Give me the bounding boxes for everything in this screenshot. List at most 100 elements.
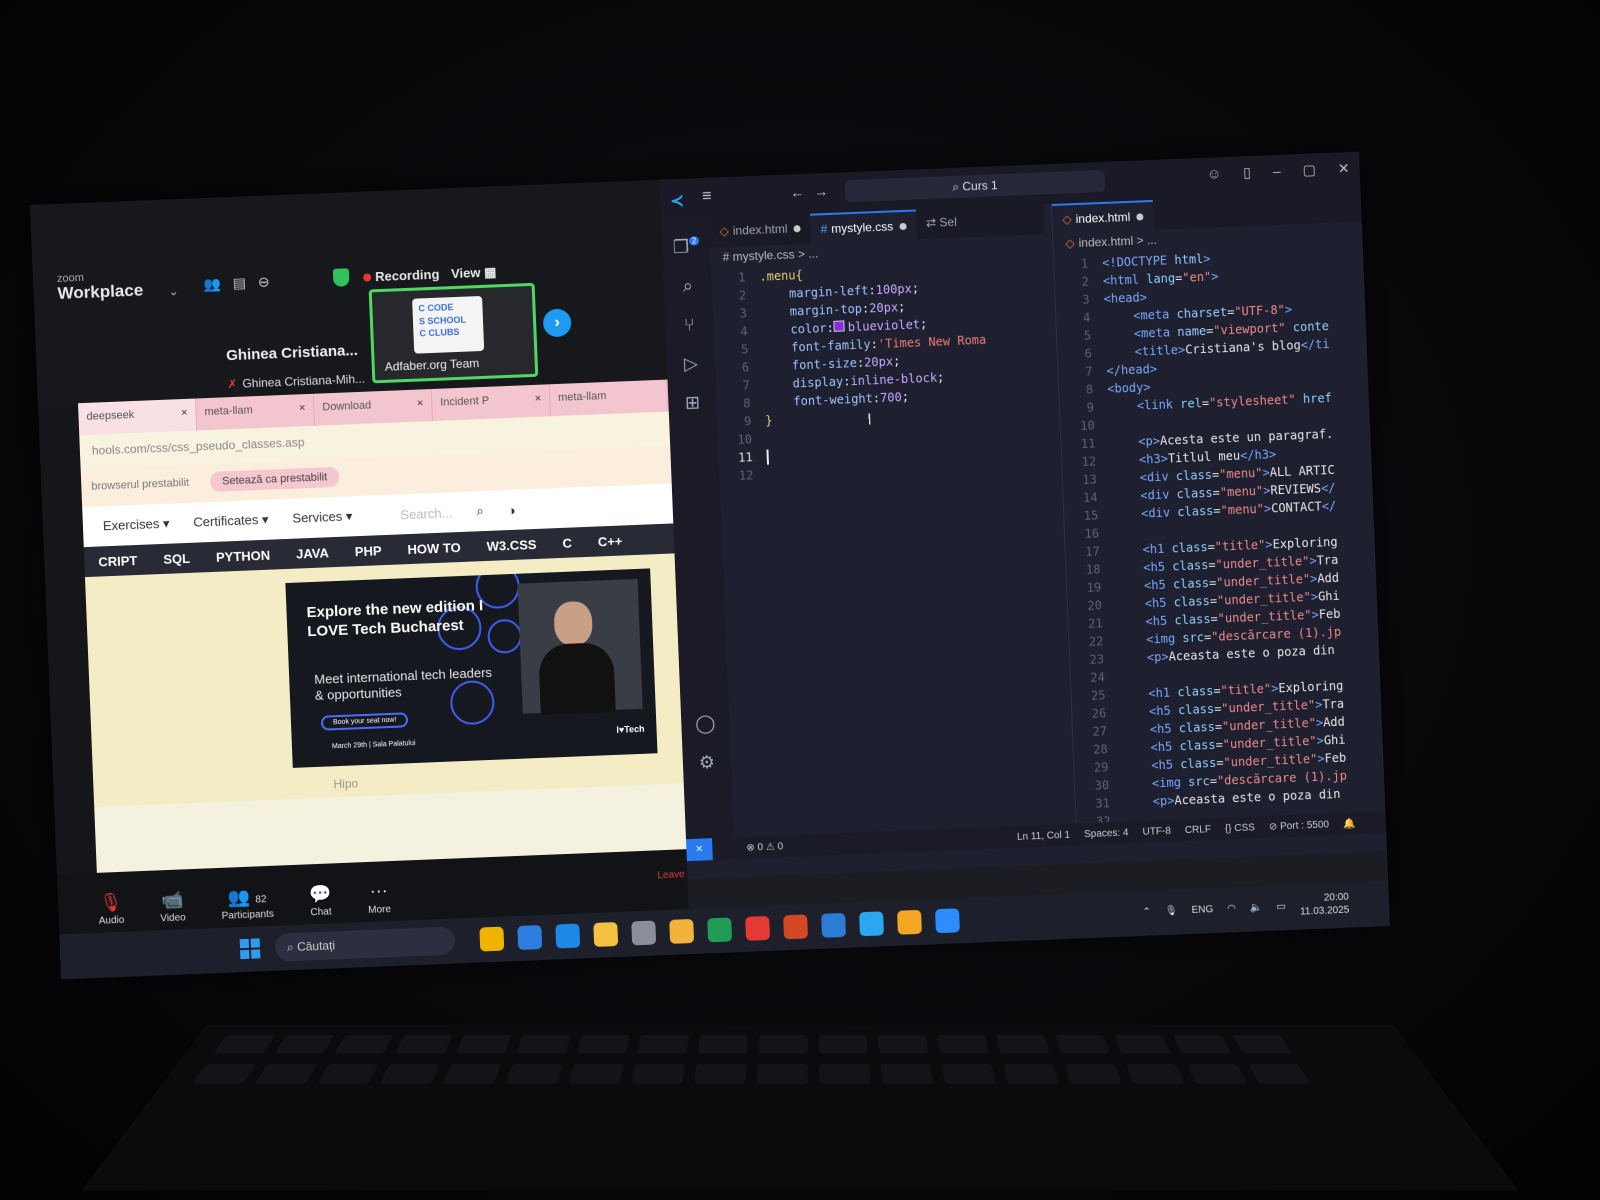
- taskbar-app-icon[interactable]: [859, 911, 884, 937]
- set-default-button[interactable]: Setează ca prestabilit: [209, 466, 340, 492]
- subnav-item[interactable]: C: [562, 535, 572, 550]
- close-icon[interactable]: ×: [417, 397, 424, 409]
- account-icon[interactable]: ◯: [681, 712, 730, 735]
- live-server-port[interactable]: ⊘ Port : 5500: [1269, 819, 1329, 832]
- taskbar-search[interactable]: ⌕ Căutați: [274, 926, 456, 962]
- settings-gear-icon[interactable]: ⚙: [683, 751, 732, 774]
- subnav-item[interactable]: W3.CSS: [486, 536, 536, 553]
- search-icon[interactable]: ⌕: [476, 503, 484, 519]
- source-control-icon[interactable]: ⑂: [665, 314, 714, 337]
- security-shield-icon[interactable]: [332, 268, 350, 287]
- taskbar-app-icon[interactable]: [631, 920, 657, 946]
- tab-index-html[interactable]: ◇ index.html: [1051, 199, 1154, 234]
- close-icon[interactable]: ×: [181, 407, 188, 419]
- extensions-icon[interactable]: ⊞: [668, 392, 717, 415]
- taskbar-app-icon[interactable]: [934, 908, 960, 934]
- participants-button[interactable]: 👥 82 Participants: [221, 886, 275, 928]
- chat-button[interactable]: 💬 Chat: [309, 883, 333, 924]
- browser-tab[interactable]: meta-llam: [549, 379, 669, 417]
- close-icon[interactable]: ✕: [1338, 160, 1350, 177]
- search-icon[interactable]: ⌕: [663, 275, 712, 298]
- taskbar-app-icon[interactable]: [897, 909, 922, 935]
- taskbar-app-icon[interactable]: [707, 917, 733, 943]
- browser-tab[interactable]: Download ×: [313, 389, 433, 426]
- leave-button[interactable]: Leave: [657, 869, 685, 881]
- nav-exercises[interactable]: Exercises ▾: [103, 516, 170, 535]
- taskbar-app-icon[interactable]: [821, 912, 847, 938]
- windows-start-icon[interactable]: [239, 938, 261, 960]
- participants-icon[interactable]: 👥: [203, 275, 221, 293]
- subnav-item[interactable]: C++: [597, 533, 622, 549]
- contrast-icon[interactable]: ◑: [507, 502, 515, 517]
- subnav-item[interactable]: JAVA: [296, 545, 329, 561]
- menu-icon[interactable]: ≡: [702, 188, 712, 206]
- next-page-button[interactable]: ›: [542, 308, 572, 338]
- close-icon[interactable]: ×: [535, 393, 542, 405]
- browser-tab[interactable]: deepseek ×: [77, 398, 198, 436]
- more-button[interactable]: ⋯ More: [367, 881, 391, 922]
- run-debug-icon[interactable]: ▷: [667, 353, 716, 376]
- tab-index-html[interactable]: ◇ index.html: [709, 214, 811, 248]
- css-code-editor[interactable]: 1 .menu{2 margin-left:100px; 3 margin-top:…: [711, 256, 1054, 485]
- taskbar-app-icon[interactable]: [517, 925, 543, 951]
- subnav-item[interactable]: HOW TO: [407, 539, 461, 556]
- subnav-item[interactable]: SQL: [163, 550, 190, 566]
- encoding[interactable]: UTF-8: [1142, 825, 1171, 837]
- line-endings[interactable]: CRLF: [1185, 824, 1212, 836]
- notifications-bell-icon[interactable]: 🔔: [1343, 818, 1356, 829]
- ad-title: Explore the new edition I LOVE Tech Buch…: [306, 597, 484, 640]
- clock[interactable]: 20:00 11.03.2025: [1299, 891, 1350, 919]
- taskbar-app-icon[interactable]: [669, 918, 695, 944]
- video-button[interactable]: 📹 Video: [159, 889, 186, 930]
- window-icon[interactable]: ▤: [232, 274, 246, 292]
- command-center-search[interactable]: ⌕ Curs 1: [844, 169, 1106, 203]
- view-button[interactable]: View ▦: [451, 264, 497, 282]
- nav-services[interactable]: Services ▾: [292, 508, 353, 526]
- wifi-icon[interactable]: ◠: [1227, 903, 1236, 914]
- code-token: REVIEWS: [1270, 481, 1322, 498]
- explorer-icon[interactable]: ❐ 2: [662, 236, 711, 259]
- language-indicator[interactable]: ENG: [1191, 904, 1213, 916]
- browser-tab[interactable]: meta-llam ×: [195, 393, 316, 431]
- active-speaker-tile[interactable]: C CODE S SCHOOL C CLUBS Adfaber.org Team: [368, 282, 539, 384]
- chevron-up-icon[interactable]: ⌃: [1142, 906, 1151, 917]
- nav-certificates[interactable]: Certificates ▾: [193, 512, 269, 531]
- layout-icon[interactable]: ▯: [1243, 164, 1251, 181]
- maximize-icon[interactable]: ▢: [1302, 161, 1316, 179]
- browser-tab[interactable]: Incident P ×: [431, 384, 551, 422]
- tab-mystyle-css[interactable]: # mystyle.css: [809, 209, 917, 244]
- audio-button[interactable]: 🎙 Audio: [98, 892, 125, 933]
- minimize-icon[interactable]: –: [1273, 163, 1281, 180]
- nav-arrows[interactable]: ←→: [790, 183, 839, 201]
- microphone-icon[interactable]: 🎙: [1165, 905, 1178, 917]
- taskbar-app-icon[interactable]: [479, 926, 505, 952]
- taskbar-app-icon[interactable]: [555, 923, 581, 949]
- caption-icon[interactable]: ⊖: [258, 273, 270, 290]
- indentation[interactable]: Spaces: 4: [1084, 827, 1129, 840]
- html-file-icon: ◇: [1062, 212, 1072, 227]
- book-seat-button[interactable]: Book your seat now!: [320, 712, 409, 731]
- taskbar-app-icon[interactable]: [745, 915, 771, 941]
- subnav-item[interactable]: PHP: [355, 543, 382, 559]
- tab-sel[interactable]: ⇄ Sel: [916, 207, 968, 239]
- taskbar-app-icon[interactable]: [783, 914, 809, 940]
- copilot-icon[interactable]: ☺: [1207, 165, 1222, 183]
- close-icon[interactable]: ×: [299, 402, 306, 414]
- advertisement-banner[interactable]: Explore the new edition I LOVE Tech Buch…: [285, 568, 658, 768]
- battery-icon[interactable]: ▭: [1276, 901, 1286, 912]
- subnav-item[interactable]: PYTHON: [216, 547, 271, 564]
- language-mode[interactable]: {} CSS: [1225, 822, 1255, 834]
- site-search-input[interactable]: Search...: [400, 505, 453, 522]
- taskbar-app-icon[interactable]: [593, 922, 619, 947]
- cursor-position[interactable]: Ln 11, Col 1: [1017, 829, 1071, 842]
- volume-icon[interactable]: 🔈: [1250, 902, 1263, 913]
- line-number: 17: [1085, 544, 1101, 559]
- subnav-item[interactable]: CRIPT: [98, 552, 138, 569]
- html-code-editor[interactable]: 1 <!DOCTYPE html> 2 <html lang="en"> 3 <head>…: [1054, 244, 1387, 832]
- remote-indicator-icon[interactable]: ⨯: [685, 838, 713, 862]
- problems-count[interactable]: ⊗ 0 ⚠ 0: [746, 841, 783, 853]
- chevron-down-icon[interactable]: ⌄: [168, 284, 179, 298]
- recording-indicator[interactable]: Recording: [363, 267, 440, 285]
- line-number: 23: [1089, 652, 1105, 667]
